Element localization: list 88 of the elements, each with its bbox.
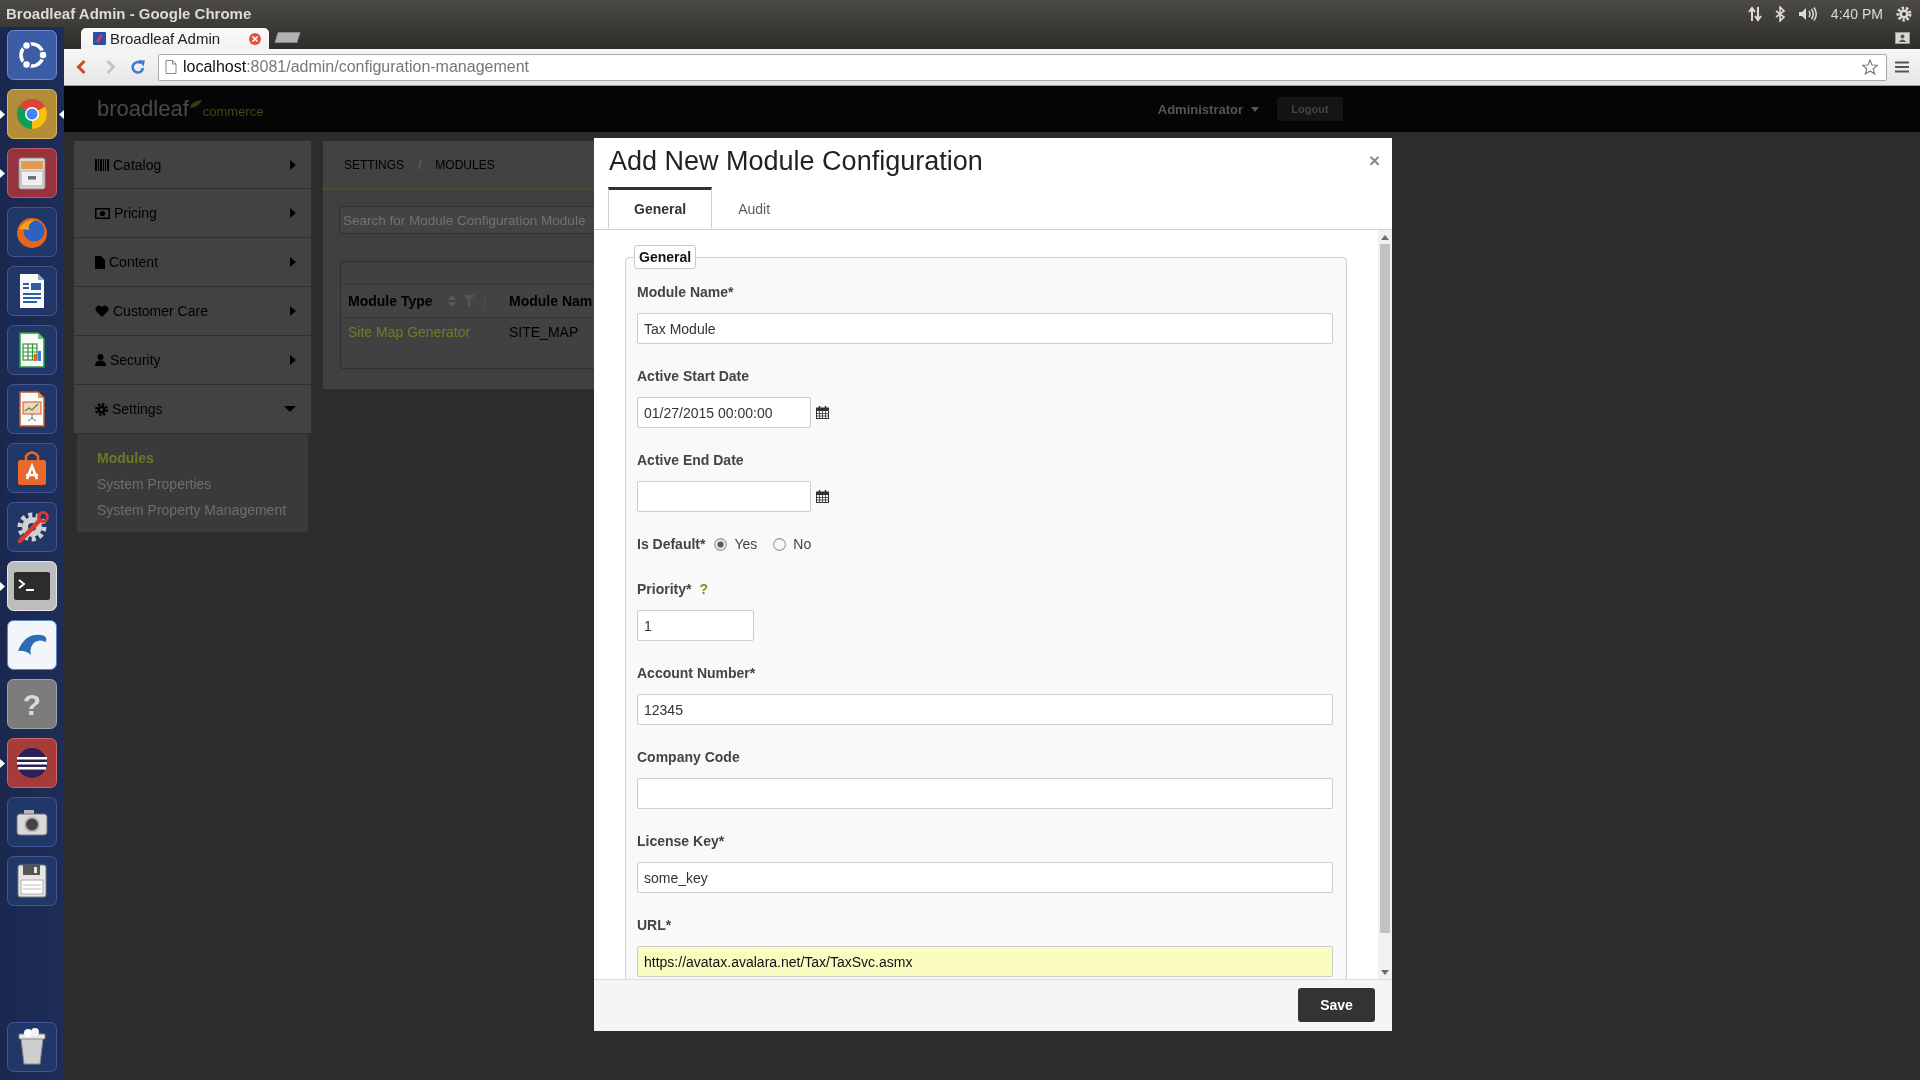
sidebar-item[interactable]: Content [73,238,312,287]
person-icon [95,354,106,366]
option-label[interactable]: No [793,536,812,552]
field-label: Account Number* [637,665,756,681]
menu-icon[interactable] [1895,61,1909,73]
trash-icon[interactable] [7,1022,57,1072]
browser-tab[interactable]: Broadleaf Admin [81,28,269,49]
presentation-icon[interactable] [7,384,57,434]
column-header[interactable]: Module Nam [501,285,594,317]
field-label: Active Start Date [637,368,750,384]
scroll-up-arrow-icon[interactable] [1381,235,1389,240]
dialog-title: Add New Module Configuration [609,145,983,177]
breadcrumb-separator: / [418,157,422,172]
tab[interactable]: General [608,187,713,229]
volume-icon[interactable] [1797,5,1818,22]
browser-icon[interactable] [7,89,57,139]
spreadsheet-icon[interactable] [7,325,57,375]
question-mark-icon[interactable]: ? [7,679,57,729]
address-bar[interactable]: localhost:8081/admin/configuration-management [158,53,1887,81]
text-field[interactable]: Tax Module [637,313,1333,344]
field-label: Active End Date [637,452,744,468]
gear-wrench-icon[interactable] [7,502,57,552]
text-field[interactable]: https://avatax.avalara.net/Tax/TaxSvc.asmx [637,946,1333,977]
text-field[interactable]: 12345 [637,694,1333,725]
text-field[interactable]: some_key [637,862,1333,893]
new-tab-icon[interactable] [274,32,301,43]
logo-tagline: commerce [202,104,264,119]
sidebar-item[interactable]: Catalog [73,140,312,189]
date-field[interactable]: 01/27/2015 00:00:00 [637,397,811,428]
calendar-icon[interactable] [816,406,829,419]
profile-icon[interactable] [1895,32,1910,44]
gear-icon[interactable] [1896,5,1912,22]
date-field[interactable] [637,481,811,512]
circle-logo-icon[interactable] [7,30,57,80]
close-button[interactable]: × [1366,151,1382,171]
radio-button[interactable] [773,537,787,551]
globe-icon[interactable] [7,207,57,257]
save-button[interactable]: Save [1298,988,1375,1022]
close-icon[interactable] [249,32,261,45]
window-title: Broadleaf Admin - Google Chrome [6,5,252,22]
table-cell-link[interactable]: Site Map Generator [341,324,501,340]
submenu-link[interactable]: Modules [97,445,154,471]
bluetooth-icon[interactable] [1774,5,1785,22]
user-menu[interactable]: Administrator [1157,101,1259,117]
fieldset-legend: General [634,245,697,269]
field-label: URL* [637,917,672,933]
scrollbar[interactable] [1378,230,1392,979]
camera-icon[interactable] [7,797,57,847]
document-icon[interactable] [7,266,57,316]
breadcrumb-link[interactable]: MODULES [435,157,495,172]
field-label: Module Name* [637,284,734,300]
field-label: Priority* [637,581,692,597]
option-label[interactable]: Yes [734,536,758,552]
favicon-icon [93,32,106,45]
star-icon[interactable] [1862,59,1878,75]
tab[interactable]: Audit [712,187,797,229]
terminal-icon[interactable] [7,561,57,611]
sidebar-item[interactable]: Customer Care [73,287,312,336]
gear-icon [95,402,108,416]
breadcrumb-link[interactable]: SETTINGS [344,157,404,172]
clock[interactable]: 4:40 PM [1830,5,1883,22]
page-icon [165,60,177,74]
network-arrows-icon[interactable] [1747,5,1762,22]
sidebar-item[interactable]: Security [73,336,312,385]
file-icon [95,255,105,269]
sidebar-item[interactable]: Pricing [73,189,312,238]
barcode-icon [95,158,109,171]
sidebar-item[interactable]: Settings [73,385,312,434]
help-icon[interactable]: ? [699,581,709,597]
fin-icon[interactable] [7,620,57,670]
caret-down-icon [1251,106,1259,112]
reload-icon[interactable] [130,59,146,75]
scrollbar-thumb[interactable] [1380,244,1390,933]
heart-icon [95,305,109,317]
banknote-icon [95,207,110,219]
logo-wordmark[interactable]: broadleaf [97,96,189,122]
field-label: Is Default* [637,536,706,552]
text-field[interactable] [637,778,1333,809]
calendar-icon[interactable] [816,490,829,503]
shopping-bag-icon[interactable] [7,443,57,493]
file-cabinet-icon[interactable] [7,148,57,198]
table-cell-text: SITE_MAP [508,324,580,340]
leaf-icon [189,100,202,108]
scroll-down-arrow-icon[interactable] [1381,970,1389,975]
radio-button[interactable] [714,537,728,551]
field-label: License Key* [637,833,725,849]
field-label: Company Code [637,749,740,765]
number-field[interactable]: 1 [637,610,754,641]
